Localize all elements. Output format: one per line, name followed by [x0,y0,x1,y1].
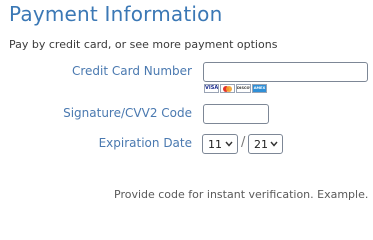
card-number-input[interactable] [203,62,368,82]
card-number-label: Credit Card Number [72,64,192,78]
expiration-year-value: 21 [254,137,268,151]
payment-options-subtitle: Pay by credit card, or see more payment … [9,38,278,51]
mastercard-logo-icon [220,84,235,93]
discover-logo-icon: DISCOVER [236,84,251,93]
expiration-label: Expiration Date [98,136,192,150]
cvv-input[interactable] [203,104,269,124]
page-title: Payment Information [9,2,223,26]
accepted-cards: VISA DISCOVER AMEX [204,84,267,93]
amex-logo-icon: AMEX [252,84,267,93]
verification-note: Provide code for instant verification. E… [114,188,369,201]
expiration-year-select[interactable]: 21 [248,134,283,154]
cvv-label: Signature/CVV2 Code [63,106,192,120]
chevron-down-icon [223,141,235,147]
visa-logo-icon: VISA [204,84,219,93]
expiration-month-value: 11 [208,137,222,151]
chevron-down-icon [268,141,280,147]
date-separator: / [241,135,246,150]
expiration-month-select[interactable]: 11 [202,134,238,154]
